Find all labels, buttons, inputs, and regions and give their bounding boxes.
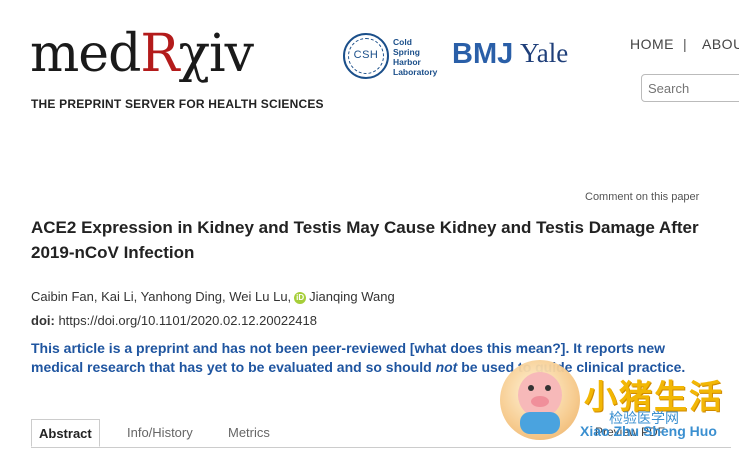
csh-name: Cold Spring Harbor Laboratory <box>393 37 438 77</box>
article-title: ACE2 Expression in Kidney and Testis May… <box>31 218 699 262</box>
notice-emphasis: not <box>435 359 458 375</box>
tab-abstract[interactable]: Abstract <box>31 419 100 447</box>
doi-row: doi: https://doi.org/10.1101/2020.02.12.… <box>31 313 317 328</box>
pig-snout-icon <box>531 396 549 407</box>
doi-link[interactable]: https://doi.org/10.1101/2020.02.12.20022… <box>58 313 317 328</box>
tab-metrics[interactable]: Metrics <box>220 419 278 446</box>
watermark-pinyin: Xiao Zhu Sheng Huo <box>580 423 717 439</box>
tab-info-history[interactable]: Info/History <box>119 419 201 446</box>
pig-eye-icon <box>528 385 534 391</box>
authors-text[interactable]: Caibin Fan, Kai Li, Yanhong Ding, Wei Lu… <box>31 289 291 304</box>
medrxiv-logo[interactable]: medRχiv <box>30 24 255 84</box>
comment-on-paper-link[interactable]: Comment on this paper <box>585 191 699 203</box>
search-input[interactable] <box>641 74 739 102</box>
logo-part-r: R <box>140 24 179 84</box>
nav-separator: | <box>683 36 687 52</box>
author-jianqing-wang[interactable]: Jianqing Wang <box>309 289 395 304</box>
site-tagline: THE PREPRINT SERVER FOR HEALTH SCIENCES <box>31 97 324 111</box>
yale-logo[interactable]: Yale <box>520 38 568 69</box>
logo-part-xiv: χiv <box>178 24 255 84</box>
nav-home-link[interactable]: HOME <box>630 36 674 52</box>
pig-eye-icon <box>545 385 551 391</box>
doi-label: doi: <box>31 313 55 328</box>
bmj-logo[interactable]: BMJ <box>452 38 513 71</box>
author-list: Caibin Fan, Kai Li, Yanhong Ding, Wei Lu… <box>31 289 395 304</box>
logo-part-med: med <box>30 24 141 84</box>
pig-body-icon <box>520 412 560 434</box>
nav-about-link[interactable]: ABOUT <box>702 36 739 52</box>
orcid-icon[interactable]: iD <box>294 292 307 304</box>
csh-abbrev: CSH <box>353 49 379 61</box>
